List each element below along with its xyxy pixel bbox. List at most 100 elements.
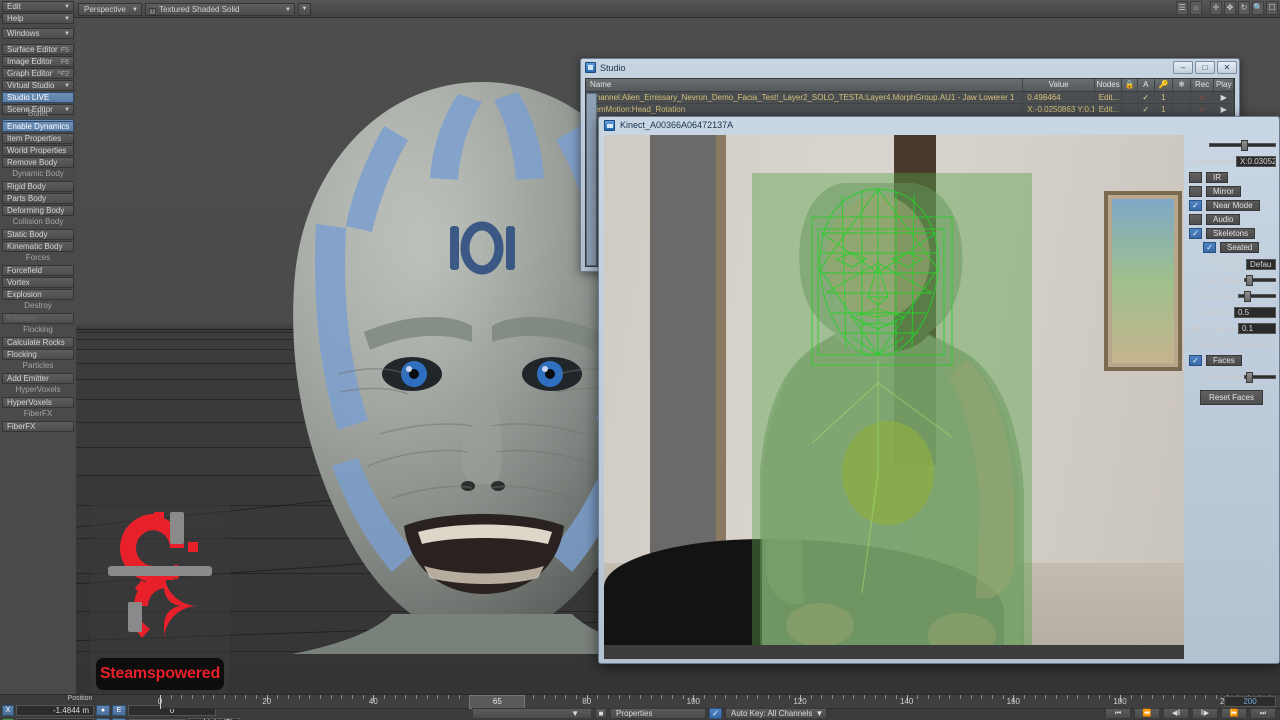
- toggle-mirror[interactable]: Mirror: [1187, 186, 1276, 197]
- row-active-check[interactable]: ✓: [1138, 104, 1155, 115]
- correction-slider-knob[interactable]: [1244, 291, 1252, 302]
- table-row[interactable]: ItemMotion:Head_Rotation X:-0.0250863 Y:…: [586, 104, 1234, 116]
- axis-x-value[interactable]: -1.4844 m: [16, 704, 94, 716]
- menu-windows[interactable]: Windows ▼: [2, 28, 74, 39]
- maximize-icon[interactable]: □: [1195, 61, 1215, 74]
- sidebar-item-static-body[interactable]: Static Body: [2, 229, 74, 240]
- transport-button-1[interactable]: ⏪: [1134, 708, 1160, 719]
- col-play[interactable]: Play: [1214, 79, 1235, 91]
- menu-item-studio-live[interactable]: Studio LIVE: [2, 92, 74, 103]
- col-rec[interactable]: Rec: [1191, 79, 1215, 91]
- table-row[interactable]: Channel:Alien_Emissary_Nevron_Demo_Facia…: [586, 92, 1234, 104]
- row-nodes-edit[interactable]: Edit...: [1095, 104, 1123, 115]
- axis-x-lock-icon[interactable]: ●: [96, 704, 110, 716]
- pan-icon[interactable]: ✥: [1224, 1, 1236, 15]
- col-a[interactable]: A: [1138, 79, 1155, 91]
- transport-button-4[interactable]: ⏩: [1221, 708, 1247, 719]
- autokey-dropdown[interactable]: Auto Key: All Channels ▼: [725, 708, 828, 719]
- autokey-checkbox[interactable]: ✓: [709, 708, 722, 719]
- transport-button-2[interactable]: ◀‖: [1163, 708, 1189, 719]
- sidebar-item-world-properties[interactable]: World Properties: [2, 145, 74, 156]
- properties-button[interactable]: Properties: [610, 708, 706, 719]
- transport-button-3[interactable]: ‖▶: [1192, 708, 1218, 719]
- minimize-icon[interactable]: –: [1173, 61, 1193, 74]
- smoothing-slider[interactable]: [1244, 275, 1276, 286]
- faces-checkbox[interactable]: ✓: [1189, 355, 1202, 366]
- kinect-window[interactable]: Kinect_A00366A06472137A Tilt Acceleromet…: [598, 116, 1280, 664]
- row-play-button[interactable]: ▶: [1214, 104, 1234, 115]
- rotate-icon[interactable]: ↻: [1238, 1, 1250, 15]
- near-mode-checkbox[interactable]: ✓: [1189, 200, 1202, 211]
- sidebar-item-remove-body[interactable]: Remove Body: [2, 157, 74, 168]
- view-mode-dropdown[interactable]: Perspective ▼: [78, 2, 142, 16]
- toggle-ir[interactable]: IR: [1187, 172, 1276, 183]
- row-value[interactable]: X:-0.0250863 Y:0.1...: [1023, 104, 1095, 115]
- face-smoothing-slider-knob[interactable]: [1245, 372, 1253, 383]
- sidebar-item-hypervoxels[interactable]: HyperVoxels: [2, 397, 74, 408]
- sidebar-item-explosion[interactable]: Explosion: [2, 289, 74, 300]
- row-record-button[interactable]: ○: [1191, 104, 1215, 115]
- face-smoothing-slider[interactable]: [1244, 372, 1276, 383]
- kinect-video-feed[interactable]: [604, 135, 1184, 659]
- smoothing-slider-knob[interactable]: [1245, 275, 1253, 286]
- studio-titlebar[interactable]: Studio – □ ✕: [581, 59, 1239, 76]
- correction-slider[interactable]: [1238, 291, 1276, 302]
- menu-item-image-editor[interactable]: Image Editor F6: [2, 56, 74, 67]
- toggle-faces[interactable]: ✓ Faces: [1187, 355, 1276, 366]
- reset-faces-button[interactable]: Reset Faces: [1200, 390, 1263, 405]
- skeletons-checkbox[interactable]: ✓: [1189, 228, 1202, 239]
- axis-x-button[interactable]: X: [2, 704, 14, 716]
- sidebar-item-deforming-body[interactable]: Deforming Body: [2, 205, 74, 216]
- scrollbar[interactable]: [586, 93, 597, 266]
- timeline-current-frame-slider[interactable]: 65: [469, 695, 526, 709]
- viewport-options-button[interactable]: ▼: [298, 2, 311, 16]
- menu-help[interactable]: Help ▼: [2, 13, 74, 24]
- transport-button-0[interactable]: ⏮: [1105, 708, 1131, 719]
- snowflake-icon[interactable]: ❄: [1173, 79, 1191, 91]
- menu-item-graph-editor[interactable]: Graph Editor ^F2: [2, 68, 74, 79]
- timeline-playhead[interactable]: [160, 695, 161, 709]
- axis-x-envelope-button[interactable]: E: [112, 704, 126, 716]
- smoothing-preset-value[interactable]: Defau: [1246, 258, 1276, 270]
- audio-checkbox[interactable]: [1189, 214, 1202, 225]
- col-name[interactable]: Name: [586, 79, 1024, 91]
- move-icon[interactable]: ✛: [1210, 1, 1222, 15]
- transport-button-5[interactable]: ⏭: [1250, 708, 1276, 719]
- tilt-slider-knob[interactable]: [1241, 140, 1249, 151]
- kinect-titlebar[interactable]: Kinect_A00366A06472137A: [599, 117, 1279, 133]
- menu-edit[interactable]: Edit ▼: [2, 1, 74, 12]
- jitter-radius-value[interactable]: 0.1: [1238, 322, 1276, 334]
- end-frame-field[interactable]: 200: [1224, 696, 1276, 707]
- sidebar-item-flocking[interactable]: Flocking: [2, 349, 74, 360]
- key-icon[interactable]: 🔑: [1155, 79, 1174, 91]
- timeline-ruler[interactable]: 02040608010012014016018020065: [158, 695, 1280, 709]
- light-icon[interactable]: ☼: [1190, 1, 1202, 15]
- col-nodes[interactable]: Nodes: [1095, 79, 1123, 91]
- scene-dropdown[interactable]: ▼: [472, 708, 592, 719]
- row-play-button[interactable]: ▶: [1214, 92, 1234, 103]
- shading-mode-dropdown[interactable]: T Textured Shaded Solid ▼: [145, 2, 295, 16]
- zoom-icon[interactable]: 🔍: [1252, 1, 1264, 15]
- sidebar-item-parts-body[interactable]: Parts Body: [2, 193, 74, 204]
- col-value[interactable]: Value: [1023, 79, 1095, 91]
- seated-checkbox[interactable]: ✓: [1203, 242, 1216, 253]
- row-value[interactable]: 0.498464: [1023, 92, 1095, 103]
- list-icon[interactable]: ☰: [1176, 1, 1188, 15]
- sidebar-item-kinematic-body[interactable]: Kinematic Body: [2, 241, 74, 252]
- toggle-seated[interactable]: ✓ Seated: [1187, 242, 1276, 253]
- sidebar-item-enable-dynamics[interactable]: Enable Dynamics: [2, 121, 74, 132]
- mirror-checkbox[interactable]: [1189, 186, 1202, 197]
- toggle-skeletons[interactable]: ✓ Skeletons: [1187, 228, 1276, 239]
- sidebar-item-calculate-rocks[interactable]: Calculate Rocks: [2, 337, 74, 348]
- menu-item-virtual-studio[interactable]: Virtual Studio ▼: [2, 80, 74, 91]
- row-nodes-edit[interactable]: Edit...: [1095, 92, 1123, 103]
- sidebar-item-forcefield[interactable]: Forcefield: [2, 265, 74, 276]
- close-icon[interactable]: ✕: [1217, 61, 1237, 74]
- info-icon[interactable]: ■: [595, 708, 607, 719]
- sidebar-item-vortex[interactable]: Vortex: [2, 277, 74, 288]
- lock-icon[interactable]: 🔒: [1122, 79, 1139, 91]
- window-icon[interactable]: ☐: [1266, 1, 1278, 15]
- prediction-value[interactable]: 0.5: [1234, 306, 1276, 318]
- tilt-slider[interactable]: [1209, 140, 1276, 151]
- menu-item-surface-editor[interactable]: Surface Editor F5: [2, 44, 74, 55]
